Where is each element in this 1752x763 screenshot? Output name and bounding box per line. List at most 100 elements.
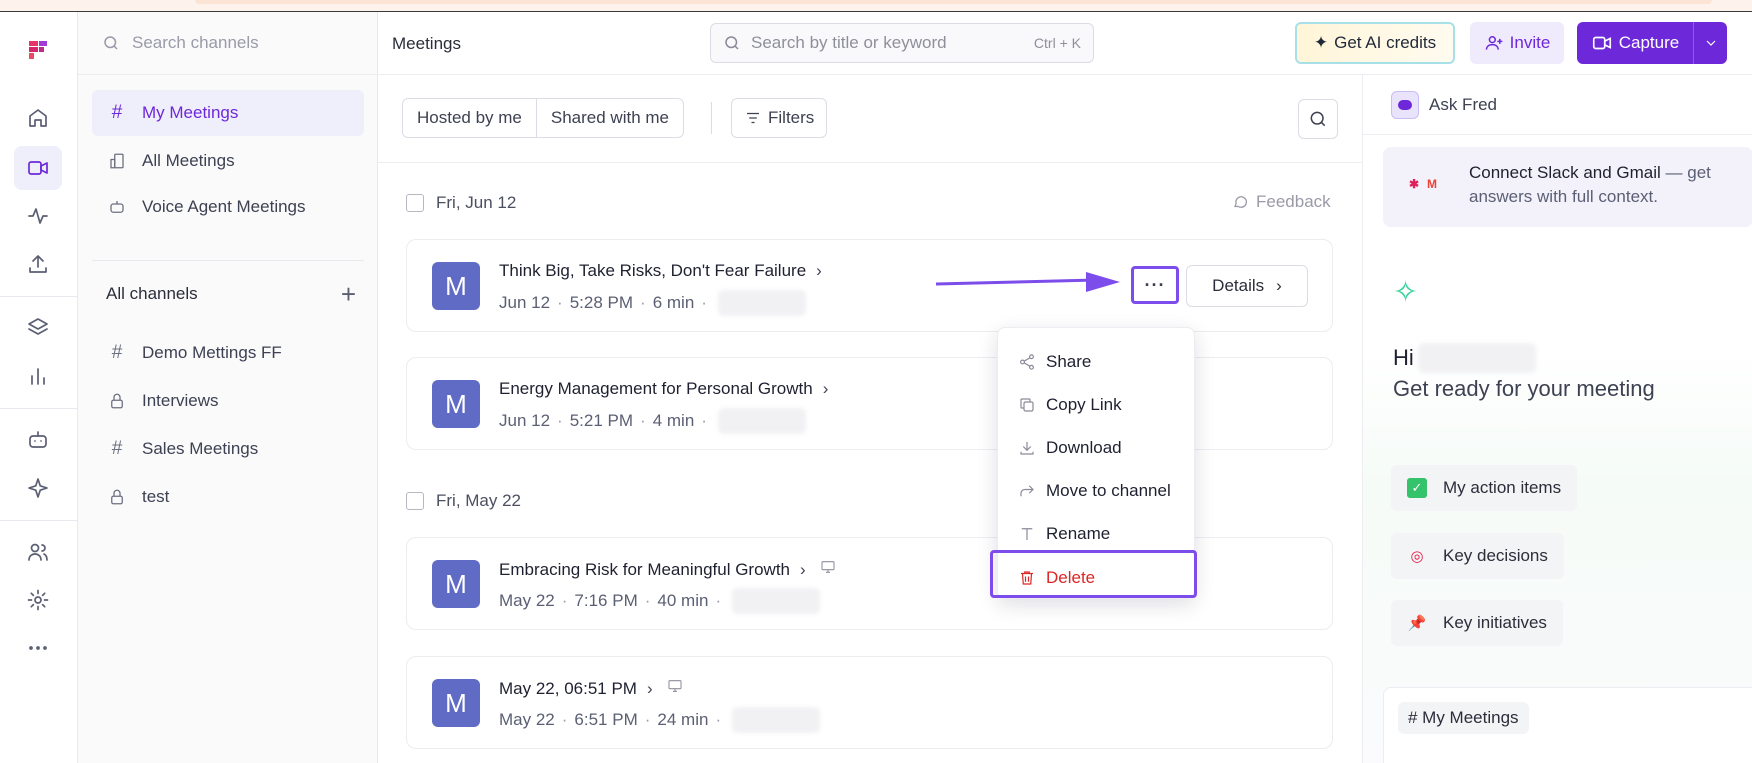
chevron-right-icon: ›: [800, 559, 806, 579]
meeting-date: May 22: [499, 591, 555, 610]
meeting-duration: 4 min: [652, 411, 695, 430]
date-group-header: Fri, Jun 12: [406, 192, 516, 214]
feedback-link[interactable]: Feedback: [1232, 192, 1331, 212]
chip-label: Key decisions: [1443, 546, 1548, 565]
meeting-title[interactable]: Embracing Risk for Meaningful Growth ›: [499, 559, 836, 580]
lock-icon: [108, 488, 126, 506]
meeting-duration: 6 min: [652, 293, 695, 312]
menu-item-rename[interactable]: Rename: [998, 516, 1196, 552]
gmail-icon: M: [1427, 177, 1437, 191]
menu-item-download[interactable]: Download: [998, 430, 1196, 466]
ask-fred-panel: Ask Fred ✱ M Connect Slack and Gmail — g…: [1362, 75, 1752, 763]
activity-pulse-icon[interactable]: [14, 194, 62, 238]
channel-chip[interactable]: # My Meetings: [1398, 702, 1529, 734]
sidebar-channel-test[interactable]: test: [92, 474, 364, 520]
sparkles-icon: ✧: [1393, 276, 1419, 309]
meeting-title[interactable]: Think Big, Take Risks, Don't Fear Failur…: [499, 261, 822, 281]
sidebar-item-all-meetings[interactable]: All Meetings: [92, 138, 364, 184]
group-date-label: Fri, May 22: [436, 491, 522, 510]
shared-with-me-tab[interactable]: Shared with me: [535, 99, 683, 137]
copy-icon: [1020, 398, 1034, 412]
menu-item-label: Move to channel: [1046, 481, 1171, 500]
chevron-right-icon: ›: [1276, 276, 1282, 295]
meeting-card[interactable]: M Think Big, Take Risks, Don't Fear Fail…: [406, 239, 1333, 332]
meeting-title[interactable]: May 22, 06:51 PM ›: [499, 678, 683, 699]
main-header: Meetings Search by title or keyword Ctrl…: [378, 12, 1752, 75]
menu-item-copy-link[interactable]: Copy Link: [998, 387, 1196, 423]
more-options-button[interactable]: ···: [1131, 266, 1179, 304]
filters-label: Filters: [768, 108, 815, 127]
bot-icon[interactable]: [14, 418, 62, 462]
chip-key-decisions[interactable]: ◎ Key decisions: [1391, 533, 1564, 579]
chevron-down-icon: [1706, 40, 1715, 46]
settings-gear-icon[interactable]: [14, 578, 62, 622]
search-icon: [1310, 111, 1326, 127]
sidebar-item-label: All Meetings: [142, 151, 235, 170]
sidebar-item-voice-agent[interactable]: Voice Agent Meetings: [92, 184, 364, 230]
channel-search[interactable]: Search channels: [78, 12, 378, 75]
pushpin-icon: 📌: [1407, 615, 1427, 632]
hash-icon: #: [111, 102, 123, 123]
group-checkbox[interactable]: [406, 194, 424, 212]
filters-button[interactable]: Filters: [731, 98, 828, 138]
meeting-title-text: Embracing Risk for Meaningful Growth: [499, 559, 791, 579]
channel-context-card: # My Meetings: [1383, 687, 1752, 763]
home-icon[interactable]: [14, 96, 62, 140]
ask-fred-header[interactable]: Ask Fred: [1391, 91, 1497, 119]
add-channel-plus-icon[interactable]: +: [341, 281, 356, 307]
menu-item-label: Share: [1046, 352, 1092, 371]
sidebar-channel-interviews[interactable]: Interviews: [92, 378, 364, 424]
ask-fred-label: Ask Fred: [1429, 95, 1498, 114]
sidebar-item-my-meetings[interactable]: # My Meetings: [92, 90, 364, 136]
fireflies-logo-icon[interactable]: [14, 28, 62, 72]
meeting-duration: 40 min: [657, 591, 709, 610]
monitor-icon: [820, 559, 836, 580]
sidebar-channel-demo[interactable]: # Demo Mettings FF: [92, 330, 364, 376]
text-t-icon: [1021, 528, 1033, 540]
all-channels-label: All channels: [106, 284, 198, 303]
avatar: M: [432, 380, 480, 428]
more-dots-icon[interactable]: [14, 626, 62, 670]
sidebar-item-label: Voice Agent Meetings: [142, 197, 306, 216]
chip-key-initiatives[interactable]: 📌 Key initiatives: [1391, 600, 1563, 646]
chip-action-items[interactable]: ✓ My action items: [1391, 465, 1578, 511]
chevron-right-icon: ›: [822, 379, 829, 398]
meeting-card[interactable]: M May 22, 06:51 PM › May 22 · 6:51 PM · 24…: [406, 656, 1333, 749]
global-search-input[interactable]: Search by title or keyword Ctrl + K: [710, 23, 1094, 63]
list-search-button[interactable]: [1298, 99, 1338, 139]
team-users-icon[interactable]: [14, 530, 62, 574]
invite-button[interactable]: Invite: [1470, 22, 1564, 64]
search-placeholder: Search by title or keyword: [751, 33, 947, 52]
meeting-duration: 24 min: [657, 710, 709, 729]
menu-item-move-to-channel[interactable]: Move to channel: [998, 473, 1196, 509]
connect-integrations-banner[interactable]: ✱ M Connect Slack and Gmail — get answer…: [1383, 147, 1752, 227]
group-date-label: Fri, Jun 12: [436, 193, 517, 212]
sparkle-ai-icon[interactable]: [14, 466, 62, 510]
layers-icon[interactable]: [14, 306, 62, 350]
details-button[interactable]: Details ›: [1186, 265, 1308, 307]
analytics-bars-icon[interactable]: [14, 354, 62, 398]
channel-label: Interviews: [142, 391, 219, 410]
greeting: Hi: [1393, 343, 1536, 373]
meeting-time: 7:16 PM: [574, 591, 638, 610]
upload-icon[interactable]: [14, 242, 62, 286]
group-checkbox[interactable]: [406, 492, 424, 510]
avatar: M: [432, 262, 480, 310]
page-title: Meetings: [392, 34, 461, 53]
menu-item-share[interactable]: Share: [998, 344, 1196, 380]
sidebar-channel-sales[interactable]: # Sales Meetings: [92, 426, 364, 472]
capture-button[interactable]: Capture: [1577, 22, 1727, 64]
meetings-video-icon[interactable]: [14, 146, 62, 190]
capture-dropdown[interactable]: [1693, 22, 1727, 64]
meeting-date: Jun 12: [499, 293, 551, 312]
meeting-title[interactable]: Energy Management for Personal Growth ›: [499, 379, 828, 399]
menu-item-label: Copy Link: [1046, 395, 1122, 414]
ownership-toggle: Hosted by me Shared with me: [402, 98, 685, 138]
download-icon: [1020, 442, 1034, 455]
capture-label: Capture: [1618, 33, 1680, 52]
slack-gmail-logos: ✱ M: [1405, 175, 1441, 193]
hosted-by-me-tab[interactable]: Hosted by me: [403, 99, 536, 137]
blurred-username: [1417, 343, 1536, 373]
get-ai-credits-button[interactable]: ✦ Get AI credits: [1295, 22, 1455, 64]
avatar: M: [432, 560, 480, 608]
